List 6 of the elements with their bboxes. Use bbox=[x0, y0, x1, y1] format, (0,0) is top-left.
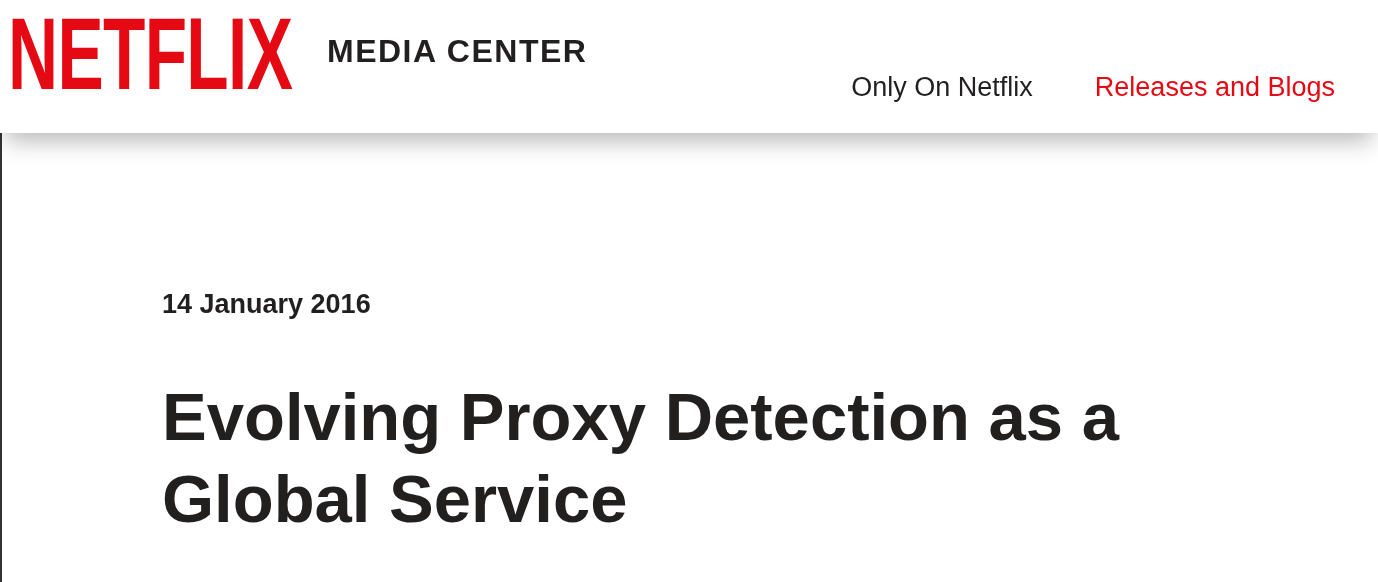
logo[interactable]: NETFLIX bbox=[8, 3, 293, 105]
nav-link[interactable]: Releases and Blogs bbox=[1094, 72, 1335, 103]
article-date: 14 January 2016 bbox=[162, 289, 372, 320]
article-title: Evolving Proxy Detection as a Global Service bbox=[162, 378, 1121, 538]
site-subtitle: MEDIA CENTER bbox=[327, 33, 588, 70]
nav-link[interactable]: Only On Netflix bbox=[851, 72, 1033, 103]
